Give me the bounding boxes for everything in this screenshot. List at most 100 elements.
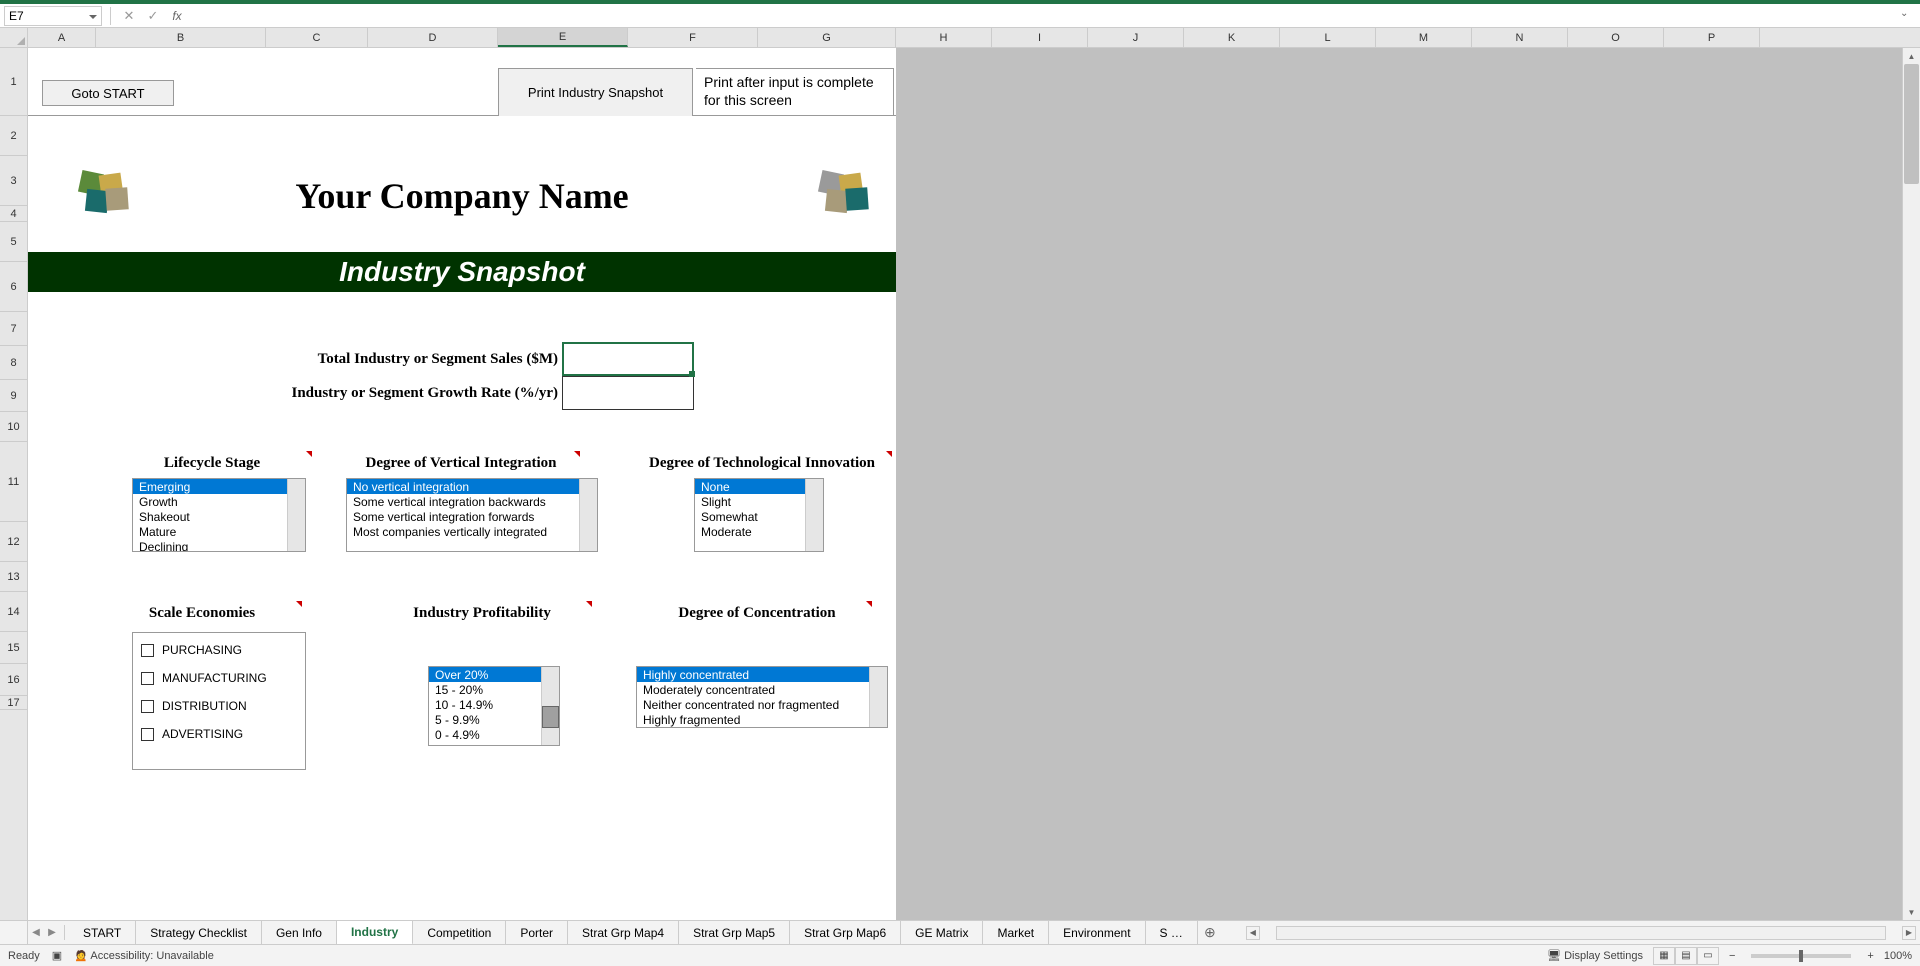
row-header-4[interactable]: 4 xyxy=(0,206,27,222)
page-layout-view-button[interactable]: ▤ xyxy=(1675,947,1697,965)
column-header-E[interactable]: E xyxy=(498,28,628,47)
row-header-17[interactable]: 17 xyxy=(0,696,27,710)
checkbox[interactable] xyxy=(141,700,154,713)
list-item[interactable]: Declining xyxy=(133,539,287,551)
concentration-listbox[interactable]: Highly concentratedModerately concentrat… xyxy=(636,666,888,728)
sheet-tab[interactable]: Strat Grp Map6 xyxy=(790,921,901,944)
sheet-tab[interactable]: S … xyxy=(1146,921,1198,944)
sheet-tab[interactable]: START xyxy=(69,921,136,944)
list-item[interactable]: Moderate xyxy=(695,524,805,539)
sheet-tab[interactable]: Environment xyxy=(1049,921,1145,944)
list-item[interactable]: 5 - 9.9% xyxy=(429,712,541,727)
checkbox-row[interactable]: DISTRIBUTION xyxy=(141,699,297,713)
row-header-12[interactable]: 12 xyxy=(0,522,27,562)
profitability-listbox[interactable]: Over 20%15 - 20%10 - 14.9% 5 - 9.9% 0 - … xyxy=(428,666,560,746)
sheet-tab[interactable]: Strategy Checklist xyxy=(136,921,262,944)
list-item[interactable]: Some vertical integration backwards xyxy=(347,494,579,509)
column-header-O[interactable]: O xyxy=(1568,28,1664,47)
list-item[interactable]: Mature xyxy=(133,524,287,539)
list-item[interactable]: Highly concentrated xyxy=(637,667,869,682)
list-item[interactable]: Neither concentrated nor fragmented xyxy=(637,697,869,712)
vertical-scrollbar[interactable]: ▲ ▼ xyxy=(1902,48,1920,920)
scroll-down-arrow-icon[interactable]: ▼ xyxy=(1903,904,1920,920)
cancel-formula-button[interactable]: ✕ xyxy=(119,6,139,26)
column-header-D[interactable]: D xyxy=(368,28,498,47)
column-header-K[interactable]: K xyxy=(1184,28,1280,47)
sheet-tab[interactable]: Porter xyxy=(506,921,568,944)
sheet-tab[interactable]: GE Matrix xyxy=(901,921,983,944)
row-header-6[interactable]: 6 xyxy=(0,262,27,312)
list-item[interactable]: Some vertical integration forwards xyxy=(347,509,579,524)
list-item[interactable]: None xyxy=(695,479,805,494)
zoom-in-button[interactable]: + xyxy=(1867,950,1873,962)
scrollbar[interactable] xyxy=(541,667,559,745)
list-item[interactable]: Highly fragmented xyxy=(637,712,869,727)
hscroll-right-arrow-icon[interactable]: ▶ xyxy=(1902,926,1916,940)
row-header-5[interactable]: 5 xyxy=(0,222,27,262)
row-header-10[interactable]: 10 xyxy=(0,412,27,442)
list-item[interactable]: Somewhat xyxy=(695,509,805,524)
goto-start-button[interactable]: Goto START xyxy=(42,80,174,106)
zoom-level[interactable]: 100% xyxy=(1884,950,1912,962)
total-sales-input[interactable] xyxy=(562,342,694,376)
lifecycle-listbox[interactable]: EmergingGrowthShakeoutMatureDeclining xyxy=(132,478,306,552)
scrollbar[interactable] xyxy=(869,667,887,727)
scrollbar[interactable] xyxy=(287,479,305,551)
scroll-up-arrow-icon[interactable]: ▲ xyxy=(1903,48,1920,64)
row-header-14[interactable]: 14 xyxy=(0,592,27,632)
tech-innovation-listbox[interactable]: NoneSlightSomewhatModerate xyxy=(694,478,824,552)
column-header-I[interactable]: I xyxy=(992,28,1088,47)
print-snapshot-button[interactable]: Print Industry Snapshot xyxy=(498,68,693,116)
tab-nav-next-button[interactable]: ▶ xyxy=(44,921,60,944)
list-item[interactable]: Emerging xyxy=(133,479,287,494)
horizontal-scrollbar[interactable] xyxy=(1276,926,1886,940)
checkbox-row[interactable]: PURCHASING xyxy=(141,643,297,657)
list-item[interactable]: 15 - 20% xyxy=(429,682,541,697)
list-item[interactable]: Moderately concentrated xyxy=(637,682,869,697)
row-header-16[interactable]: 16 xyxy=(0,664,27,696)
column-header-L[interactable]: L xyxy=(1280,28,1376,47)
column-header-J[interactable]: J xyxy=(1088,28,1184,47)
page-break-view-button[interactable]: ▭ xyxy=(1697,947,1719,965)
hscroll-left-arrow-icon[interactable]: ◀ xyxy=(1246,926,1260,940)
add-sheet-button[interactable]: ⊕ xyxy=(1198,921,1222,944)
checkbox-row[interactable]: MANUFACTURING xyxy=(141,671,297,685)
sheet-tab[interactable]: Strat Grp Map4 xyxy=(568,921,679,944)
insert-function-button[interactable]: fx xyxy=(167,6,187,26)
column-header-P[interactable]: P xyxy=(1664,28,1760,47)
zoom-out-button[interactable]: − xyxy=(1729,950,1735,962)
vertical-integration-listbox[interactable]: No vertical integrationSome vertical int… xyxy=(346,478,598,552)
zoom-slider[interactable] xyxy=(1751,954,1851,958)
row-header-11[interactable]: 11 xyxy=(0,442,27,522)
row-header-15[interactable]: 15 xyxy=(0,632,27,664)
row-header-9[interactable]: 9 xyxy=(0,380,27,412)
row-header-13[interactable]: 13 xyxy=(0,562,27,592)
list-item[interactable]: Over 20% xyxy=(429,667,541,682)
checkbox[interactable] xyxy=(141,728,154,741)
column-header-F[interactable]: F xyxy=(628,28,758,47)
sheet-tab[interactable]: Strat Grp Map5 xyxy=(679,921,790,944)
accept-formula-button[interactable]: ✓ xyxy=(143,6,163,26)
list-item[interactable]: Slight xyxy=(695,494,805,509)
list-item[interactable]: Shakeout xyxy=(133,509,287,524)
row-header-7[interactable]: 7 xyxy=(0,312,27,346)
column-header-N[interactable]: N xyxy=(1472,28,1568,47)
column-header-H[interactable]: H xyxy=(896,28,992,47)
column-header-B[interactable]: B xyxy=(96,28,266,47)
checkbox[interactable] xyxy=(141,672,154,685)
checkbox[interactable] xyxy=(141,644,154,657)
column-header-M[interactable]: M xyxy=(1376,28,1472,47)
name-box[interactable]: E7 xyxy=(4,6,102,26)
row-header-2[interactable]: 2 xyxy=(0,116,27,156)
sheet-tab[interactable]: Market xyxy=(983,921,1049,944)
column-header-G[interactable]: G xyxy=(758,28,896,47)
list-item[interactable]: 0 - 4.9% xyxy=(429,727,541,742)
row-header-3[interactable]: 3 xyxy=(0,156,27,206)
sheet-tab[interactable]: Competition xyxy=(413,921,506,944)
list-item[interactable]: No vertical integration xyxy=(347,479,579,494)
accessibility-status[interactable]: 🙍 Accessibility: Unavailable xyxy=(74,949,214,962)
scrollbar[interactable] xyxy=(579,479,597,551)
list-item[interactable]: 10 - 14.9% xyxy=(429,697,541,712)
normal-view-button[interactable]: ▦ xyxy=(1653,947,1675,965)
expand-formula-bar-button[interactable]: ⌄ xyxy=(1900,8,1916,24)
